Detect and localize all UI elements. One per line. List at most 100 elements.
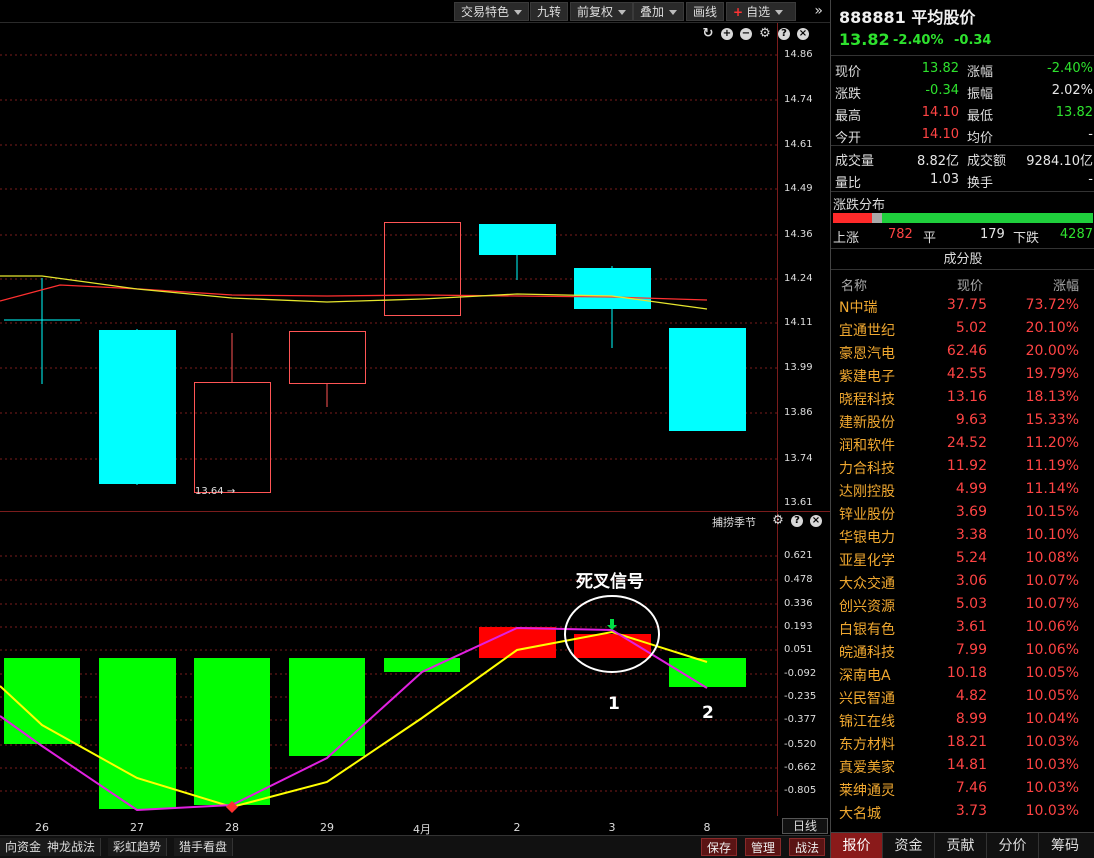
stock-row-change: 10.03% [1025,803,1079,819]
price-axis-label: 13.61 [784,497,813,508]
indicator-axis-label: -0.377 [784,714,817,725]
help-icon[interactable]: ? [778,28,790,40]
quote-row: 最高 14.10 最低 13.82 [831,102,1094,124]
table-row[interactable]: 莱绅通灵 7.46 10.03% [831,777,1094,800]
stock-row-price: 8.99 [955,711,987,727]
stock-row-price: 11.92 [946,458,987,474]
quote-value: 14.10 [921,127,959,142]
quote-value: - [1088,127,1093,142]
jiuzhuan-button[interactable]: 九转 [530,2,569,21]
stock-row-name: 润和软件 [839,438,895,454]
table-row[interactable]: 建新股份 9.63 15.33% [831,409,1094,432]
overlay-dropdown[interactable]: 叠加 [633,2,685,21]
table-row[interactable]: 宜通世纪 5.02 20.10% [831,317,1094,340]
close-icon[interactable]: × [810,515,822,527]
save-button[interactable]: 保存 [701,838,738,856]
chevron-down-icon [775,10,784,15]
quote-value: -0.34 [925,83,959,98]
stock-row-change: 20.00% [1025,343,1079,359]
tab-quote[interactable]: 报价 [831,833,883,858]
table-row[interactable]: 白银有色 3.61 10.06% [831,616,1094,639]
stock-row-price: 42.55 [946,366,987,382]
table-row[interactable]: 兴民智通 4.82 10.05% [831,685,1094,708]
draw-line-button[interactable]: 画线 [686,2,725,21]
table-row[interactable]: 紫建电子 42.55 19.79% [831,363,1094,386]
adjust-dropdown[interactable]: 前复权 [570,2,634,21]
stock-row-price: 7.46 [955,780,987,796]
tab-capital-flow[interactable]: 向资金 [0,838,48,856]
candle-27 [99,329,176,485]
table-row[interactable]: 大众交通 3.06 10.07% [831,570,1094,593]
quote-value: 14.10 [921,105,959,120]
stock-row-price: 37.75 [946,297,987,313]
strategy-button[interactable]: 战法 [789,838,826,856]
indicator-settings-icon[interactable] [757,513,769,525]
candle-8 [669,328,746,431]
quote-label: 量比 [835,176,862,191]
stock-row-name: 达刚控股 [839,484,895,500]
table-row[interactable]: 华银电力 3.38 10.10% [831,524,1094,547]
help-icon[interactable]: ? [791,515,803,527]
bar-29 [289,658,365,756]
quote-row: 量比 1.03 换手 - [831,169,1094,191]
watchlist-dropdown[interactable]: + 自选 [726,2,796,21]
tab-rainbow[interactable]: 彩虹趋势 [108,838,168,856]
x-axis-label: 2 [513,821,521,834]
indicator-axis-label: -0.092 [784,668,817,679]
quote-value: 9284.10亿 [1026,154,1093,169]
up-label: 上涨 [833,231,860,246]
table-row[interactable]: 润和软件 24.52 11.20% [831,432,1094,455]
close-icon[interactable]: × [797,28,809,40]
table-row[interactable]: 晓程科技 13.16 18.13% [831,386,1094,409]
quote-label: 成交量 [835,154,875,169]
stock-row-change: 10.03% [1025,780,1079,796]
quote-value: 8.82亿 [917,154,959,169]
indicator-axis-label: 0.621 [784,550,813,561]
quote-row: 今开 14.10 均价 - [831,124,1094,146]
table-row[interactable]: 锌业股份 3.69 10.15% [831,501,1094,524]
table-row[interactable]: 东方材料 18.21 10.03% [831,731,1094,754]
down-label: 下跌 [1013,231,1040,246]
table-row[interactable]: 真爱美家 14.81 10.03% [831,754,1094,777]
tab-hunter[interactable]: 猎手看盘 [174,838,234,856]
death-cross-annotation: 死叉信号 [576,572,644,592]
table-row[interactable]: 亚星化学 5.24 10.08% [831,547,1094,570]
tab-funds[interactable]: 资金 [883,833,935,858]
table-row[interactable]: 豪恩汽电 62.46 20.00% [831,340,1094,363]
stock-row-price: 5.24 [955,550,987,566]
column-header-price[interactable]: 现价 [957,275,983,294]
stock-row-name: 力合科技 [839,461,895,477]
distribution-bar [833,213,1093,223]
table-row[interactable]: 深南电A 10.18 10.05% [831,662,1094,685]
tab-chips[interactable]: 筹码 [1039,833,1091,858]
gear-icon[interactable]: ⚙ [772,514,784,527]
bar-28 [194,658,270,805]
table-row[interactable]: 大名城 3.73 10.03% [831,800,1094,823]
period-selector[interactable]: 日线 [782,818,828,834]
quote-label: 成交额 [967,154,1007,169]
trade-feature-dropdown[interactable]: 交易特色 [454,2,530,21]
change-value: -0.34 [954,33,992,48]
indicator-title[interactable]: 捕捞季节 [712,514,756,530]
adjust-label: 前复权 [577,5,614,19]
quote-label: 涨跌 [835,87,862,102]
quote-label: 今开 [835,131,862,146]
stock-row-price: 24.52 [946,435,987,451]
table-row[interactable]: 锦江在线 8.99 10.04% [831,708,1094,731]
column-header-name[interactable]: 名称 [841,275,867,294]
tab-price-distribution[interactable]: 分价 [987,833,1039,858]
price-axis-label: 13.99 [784,362,813,373]
tab-shenlong[interactable]: 神龙战法 [42,838,102,856]
column-header-change[interactable]: 涨幅 [1053,275,1079,294]
table-row[interactable]: 力合科技 11.92 11.19% [831,455,1094,478]
expand-more-icon[interactable]: » [814,3,822,19]
table-row[interactable]: 达刚控股 4.99 11.14% [831,478,1094,501]
tab-contribution[interactable]: 贡献 [935,833,987,858]
stock-row-change: 10.08% [1025,550,1079,566]
quote-label: 振幅 [967,87,994,102]
manage-button[interactable]: 管理 [745,838,782,856]
table-row[interactable]: 创兴资源 5.03 10.07% [831,593,1094,616]
down-count: 4287 [1059,227,1093,242]
table-row[interactable]: N中瑞 37.75 73.72% [831,294,1094,317]
table-row[interactable]: 皖通科技 7.99 10.06% [831,639,1094,662]
